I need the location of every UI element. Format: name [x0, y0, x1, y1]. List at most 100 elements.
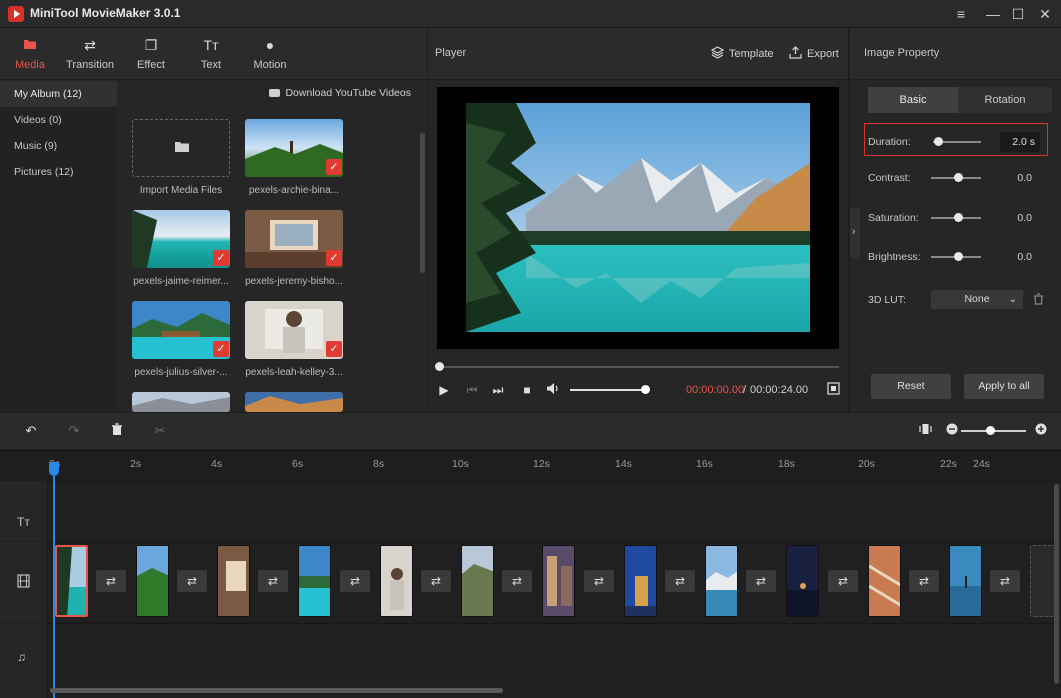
sidebar-item-my-album[interactable]: My Album (12)	[0, 81, 117, 107]
sidebar-item-music[interactable]: Music (9)	[0, 133, 117, 159]
timeline-clip[interactable]	[705, 545, 738, 617]
import-media-button[interactable]	[132, 119, 230, 177]
total-time: 00:00:24.00	[750, 384, 808, 396]
fullscreen-icon[interactable]	[825, 382, 841, 398]
ruler-tick: 10s	[452, 458, 469, 470]
lut-dropdown[interactable]: None ⌄	[931, 290, 1023, 309]
media-scrollbar[interactable]	[420, 133, 425, 273]
transition-slot[interactable]: ⇄	[502, 570, 532, 592]
export-button[interactable]: Export	[789, 46, 839, 62]
text-track[interactable]	[0, 481, 1061, 541]
lut-value: None	[964, 293, 989, 305]
motion-tab[interactable]: ● Motion	[240, 28, 300, 80]
tab-basic[interactable]: Basic	[868, 87, 958, 113]
media-file-name: pexels-archie-bina...	[234, 185, 354, 196]
time-separator: /	[743, 384, 746, 396]
delete-lut-icon[interactable]	[1033, 293, 1044, 308]
timeline-clip[interactable]	[136, 545, 169, 617]
volume-slider-handle[interactable]	[641, 385, 650, 394]
brightness-value: 0.0	[1002, 251, 1032, 263]
media-file-name: pexels-jaime-reimer...	[121, 276, 241, 287]
timeline-clip[interactable]	[380, 545, 413, 617]
split-scissors-icon[interactable]: ✂	[152, 423, 168, 439]
transition-slot[interactable]: ⇄	[828, 570, 858, 592]
transition-slot[interactable]: ⇄	[421, 570, 451, 592]
fit-timeline-icon[interactable]	[917, 423, 933, 439]
timeline-clip[interactable]	[298, 545, 331, 617]
effect-tab[interactable]: ❐ Effect	[121, 28, 181, 80]
film-icon	[17, 574, 30, 591]
minimize-icon[interactable]: —	[982, 4, 1004, 24]
play-icon[interactable]: ▶	[436, 382, 452, 398]
video-preview[interactable]	[437, 87, 839, 349]
volume-slider[interactable]	[570, 389, 645, 391]
transition-slot[interactable]: ⇄	[909, 570, 939, 592]
timeline-zoom-handle[interactable]	[986, 426, 995, 435]
playhead-handle[interactable]	[49, 462, 59, 476]
folder-icon	[174, 140, 190, 156]
playhead-line[interactable]	[53, 462, 55, 698]
timeline-ruler[interactable]	[0, 450, 1061, 480]
timeline-clip[interactable]	[624, 545, 657, 617]
ruler-tick: 12s	[533, 458, 550, 470]
saturation-value: 0.0	[1002, 212, 1032, 224]
contrast-value: 0.0	[1002, 172, 1032, 184]
sidebar-item-pictures[interactable]: Pictures (12)	[0, 159, 117, 185]
timeline-clip[interactable]	[868, 545, 901, 617]
panel-collapse-handle[interactable]: ›	[850, 208, 860, 258]
transition-slot[interactable]: ⇄	[96, 570, 126, 592]
transition-slot[interactable]: ⇄	[584, 570, 614, 592]
playback-progress-bar[interactable]	[437, 366, 839, 368]
timeline-clip[interactable]	[542, 545, 575, 617]
text-track-header: Tт	[0, 481, 48, 541]
apply-to-all-button[interactable]: Apply to all	[964, 374, 1044, 399]
timeline-horizontal-scrollbar[interactable]	[50, 688, 503, 693]
redo-icon[interactable]: ↷	[66, 423, 82, 439]
download-youtube-link[interactable]: Download YouTube Videos	[269, 87, 411, 99]
tab-rotation[interactable]: Rotation	[958, 87, 1052, 113]
media-thumbnail[interactable]	[132, 392, 230, 412]
duration-slider-handle[interactable]	[934, 137, 943, 146]
chevron-right-icon: ›	[852, 226, 855, 237]
transition-slot[interactable]: ⇄	[340, 570, 370, 592]
timeline-clip[interactable]	[786, 545, 819, 617]
media-file-name: pexels-leah-kelley-3...	[234, 367, 354, 378]
property-title: Image Property	[864, 47, 939, 59]
transition-slot[interactable]: ⇄	[746, 570, 776, 592]
sidebar-item-videos[interactable]: Videos (0)	[0, 107, 117, 133]
timeline-clip[interactable]	[949, 545, 982, 617]
timeline-clip[interactable]	[55, 545, 88, 617]
transition-tab[interactable]: ⇄ Transition	[60, 28, 120, 80]
timeline-clip[interactable]	[461, 545, 494, 617]
brightness-slider-handle[interactable]	[954, 252, 963, 261]
undo-icon[interactable]: ↶	[23, 423, 39, 439]
zoom-in-icon[interactable]	[1033, 423, 1049, 439]
delete-icon[interactable]	[109, 423, 125, 439]
zoom-out-icon[interactable]	[944, 423, 960, 439]
transition-slot[interactable]: ⇄	[990, 570, 1020, 592]
maximize-icon[interactable]: ☐	[1007, 4, 1029, 24]
saturation-slider-handle[interactable]	[954, 213, 963, 222]
previous-frame-icon[interactable]: ⏮	[464, 382, 480, 398]
duration-input[interactable]: 2.0 s	[1000, 132, 1040, 152]
timeline-clip[interactable]	[217, 545, 250, 617]
music-track[interactable]	[0, 623, 1061, 698]
next-frame-icon[interactable]: ⏭	[490, 382, 506, 398]
close-icon[interactable]: ✕	[1034, 4, 1056, 24]
text-tab[interactable]: Tт Text	[181, 28, 241, 80]
media-tab[interactable]: Media	[0, 28, 60, 80]
added-check-icon: ✓	[213, 250, 229, 266]
stop-icon[interactable]: ■	[519, 382, 535, 398]
contrast-slider-handle[interactable]	[954, 173, 963, 182]
hamburger-menu-icon[interactable]: ≡	[950, 4, 972, 24]
playback-progress-handle[interactable]	[435, 362, 444, 371]
player-header: Player Template Export	[428, 28, 848, 80]
transition-slot[interactable]: ⇄	[665, 570, 695, 592]
media-thumbnail[interactable]	[245, 392, 343, 412]
reset-button[interactable]: Reset	[871, 374, 951, 399]
timeline-vertical-scrollbar[interactable]	[1054, 484, 1059, 684]
transition-slot[interactable]: ⇄	[177, 570, 207, 592]
template-button[interactable]: Template	[711, 46, 774, 62]
transition-slot[interactable]: ⇄	[258, 570, 288, 592]
volume-icon[interactable]	[545, 382, 561, 398]
